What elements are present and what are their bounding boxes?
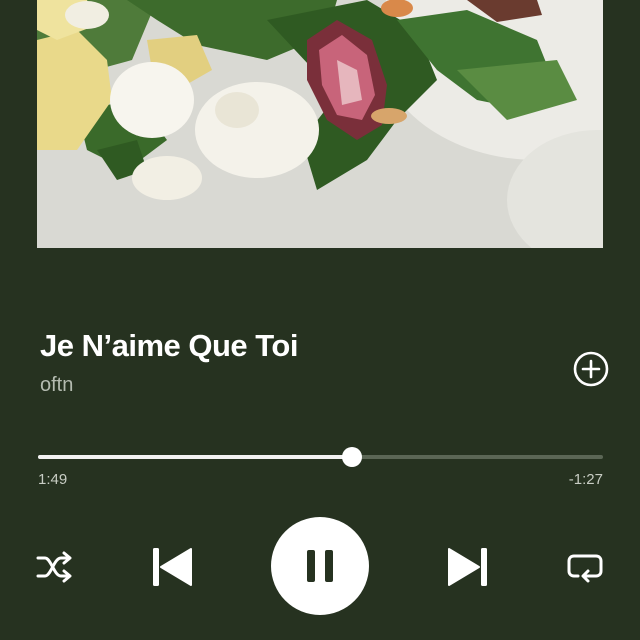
previous-button[interactable] bbox=[150, 545, 194, 589]
remaining-time: -1:27 bbox=[568, 471, 603, 488]
album-art-image bbox=[37, 0, 603, 248]
pause-icon bbox=[307, 550, 333, 582]
shuffle-icon bbox=[36, 551, 72, 583]
shuffle-button[interactable] bbox=[36, 549, 74, 585]
repeat-icon bbox=[567, 554, 603, 583]
next-button[interactable] bbox=[446, 545, 490, 589]
progress-knob[interactable] bbox=[341, 447, 362, 467]
progress-fill bbox=[38, 455, 352, 459]
plus-circle-icon bbox=[573, 351, 609, 387]
track-title[interactable]: Je N’aime Que Toi bbox=[40, 328, 298, 364]
skip-next-icon bbox=[448, 548, 487, 586]
progress-slider[interactable] bbox=[38, 447, 603, 467]
pause-button[interactable] bbox=[271, 517, 369, 615]
skip-previous-icon bbox=[153, 548, 192, 586]
repeat-button[interactable] bbox=[566, 549, 604, 585]
artist-name[interactable]: oftn bbox=[40, 374, 73, 397]
add-to-library-button[interactable] bbox=[572, 350, 610, 388]
elapsed-time: 1:49 bbox=[38, 471, 68, 488]
album-art bbox=[37, 0, 603, 248]
